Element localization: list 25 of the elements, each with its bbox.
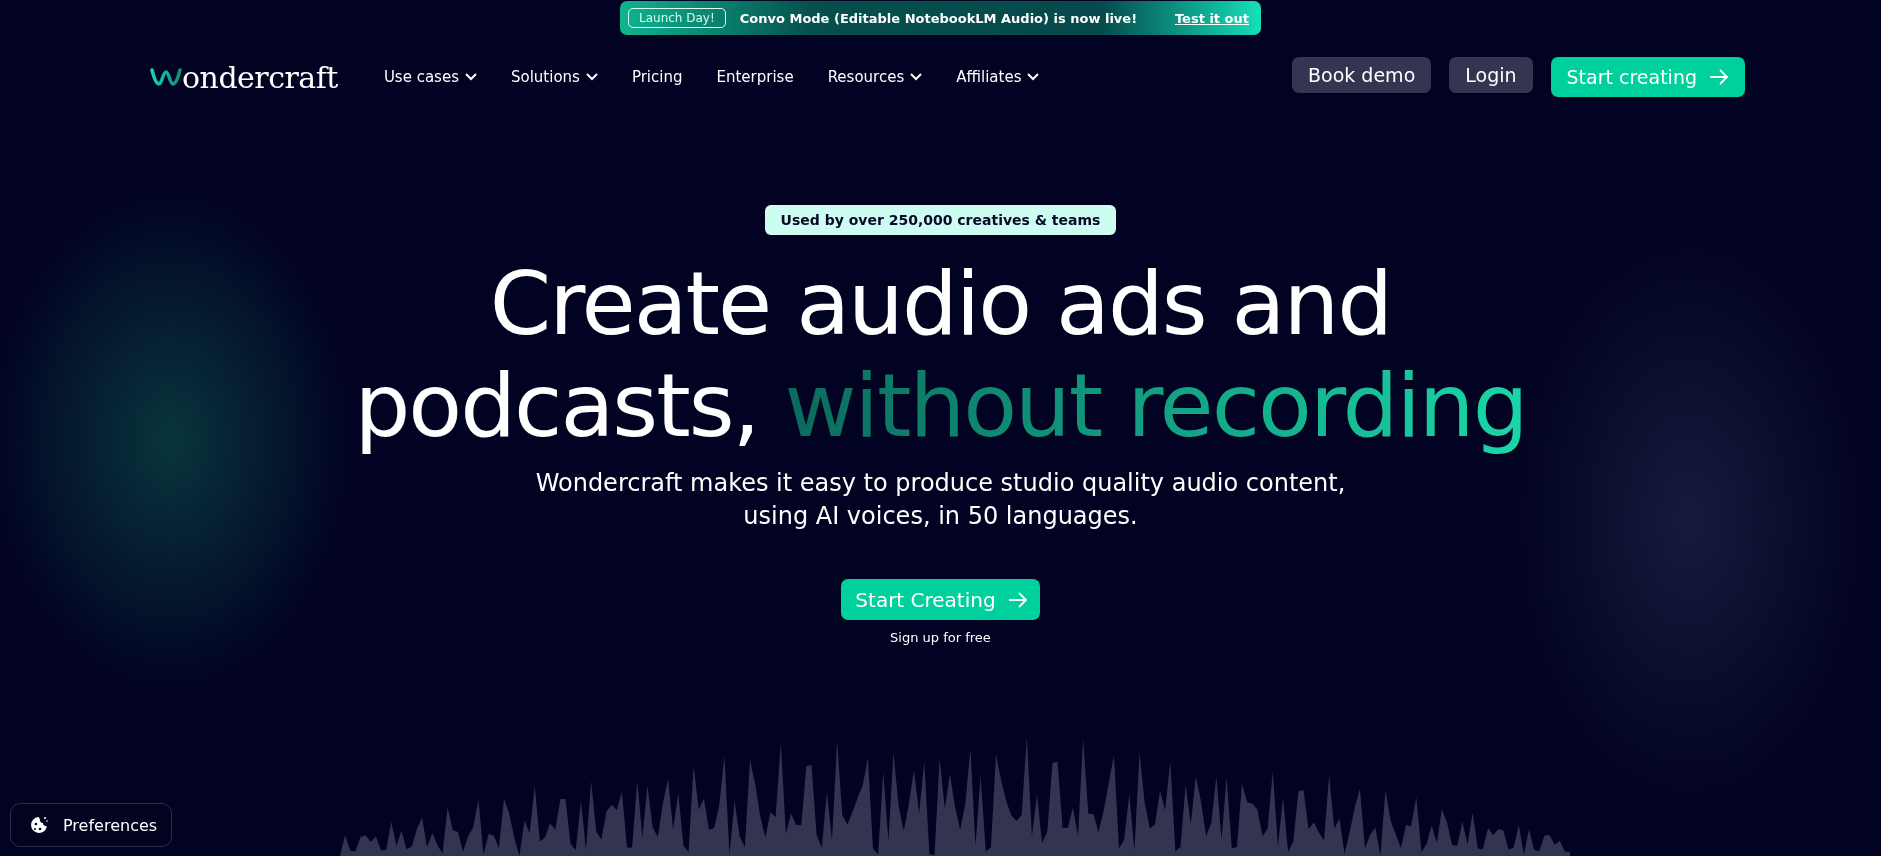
nav-link[interactable]: Resources [827,68,923,86]
chevron-down-icon [585,73,598,81]
signup-note: Sign up for free [890,630,991,645]
arrow-right-icon [1007,591,1028,608]
preferences-button[interactable]: Preferences [10,803,173,847]
header-button[interactable]: Book demo [1292,57,1432,93]
launch-tag: Launch Day! [628,8,726,28]
announcement-text: Convo Mode (Editable NotebookLM Audio) is now live! [739,10,1139,26]
logo[interactable]: ondercraft [150,59,338,95]
nav-link[interactable]: Affiliates [956,68,1040,86]
arrow-right-icon [1709,69,1729,85]
chevron-down-icon [910,73,923,81]
logo-icon [150,66,182,88]
nav-link[interactable]: Solutions [510,68,598,86]
logo-text: ondercraft [182,59,338,95]
usage-badge: Used by over 250,000 creatives & teams [764,205,1117,235]
chevron-down-icon [464,73,477,81]
header-button[interactable]: Login [1449,57,1533,93]
chevron-down-icon [1027,73,1040,81]
hero-subtitle: Wondercraft makes it easy to produce studio quality audio content, using AI voices, in 50 languages. [535,468,1346,532]
nav-link[interactable]: Enterprise [716,68,794,86]
nav-link[interactable]: Pricing [631,68,683,86]
hero-title: Create audio ads and podcasts, without recording [354,253,1527,457]
nav-link[interactable]: Use cases [383,68,477,86]
cookie-icon [29,815,49,835]
